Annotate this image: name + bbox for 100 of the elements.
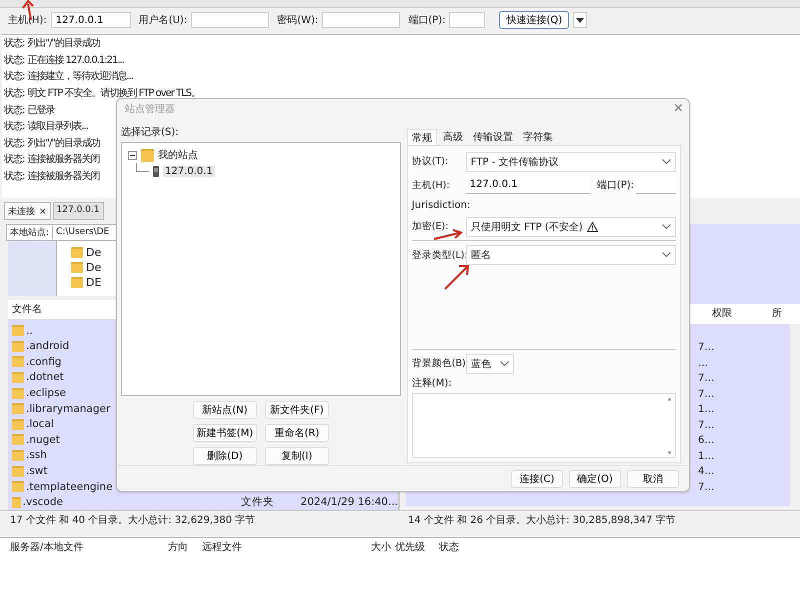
dialog-button[interactable]: 确定(O) [569,470,621,488]
table-cell-text: 4… [698,466,716,479]
settings-tab[interactable]: 常规 [406,129,437,145]
folder-icon [12,403,24,414]
folder-icon [12,481,24,492]
table-cell-text: … [698,358,709,370]
dialog-button[interactable]: 重命名(R) [264,424,329,442]
input-field[interactable] [191,12,270,28]
column-header[interactable]: 方向 [152,540,192,554]
arrow-drawing [433,229,463,241]
table-cell-text: 7… [698,373,716,386]
folder-icon [12,496,21,508]
port-field[interactable] [636,176,676,194]
table-cell-text: 7… [698,388,716,402]
input-field[interactable]: 127.0.0.1 [50,12,131,28]
log-label: 状态: [4,104,24,117]
dialog-button[interactable]: 删除(D) [192,447,257,465]
folder-icon [71,246,83,258]
host-field[interactable]: 127.0.0.1 [466,176,591,194]
status-text: 14 个文件 和 26 个目录。大小总计: 30,285,898,347 字节 [407,514,676,527]
tree-item[interactable]: De [86,260,102,274]
tree-item[interactable]: 127.0.0.1 [163,166,215,176]
scrollbar[interactable] [666,396,673,456]
file-date: 2024/1/29 16:40... [300,496,398,508]
log-message: 明文 FTP 不安全。请切换到 FTP over TLS。 [27,86,200,100]
file-type: 文件夹 [240,495,275,510]
section-label: Jurisdiction: [412,198,472,213]
comments-field[interactable] [412,393,676,458]
log-label: 状态: [4,136,24,150]
quick-connect-button[interactable]: 快速连接(Q) [499,11,570,29]
chevron-down-icon [662,224,671,229]
connection-tab[interactable]: 127.0.0.1 [52,202,104,220]
close-button[interactable]: × [674,100,683,118]
field-label: 选择记录(S): [121,126,180,139]
arrow-drawing [443,263,471,291]
column-header[interactable]: 远程文件 [192,540,336,554]
color-dropdown[interactable]: 蓝色 [466,354,514,374]
status-text: 17 个文件 和 40 个目录。大小总计: 32,629,380 字节 [9,514,256,527]
tree-item[interactable]: DE [86,276,102,289]
folder-icon [12,388,24,399]
tree-item[interactable]: 我的站点 [158,148,198,162]
protocol-dropdown[interactable]: FTP - 文件传输协议 [466,152,676,172]
folder-icon [12,356,24,368]
field-label: 主机(H): [8,14,47,27]
log-label: 状态: [4,70,24,84]
column-header[interactable]: 大小 [336,540,395,554]
encryption-dropdown[interactable]: 只使用明文 FTP (不安全) [466,216,676,237]
chevron-down-icon [662,252,671,258]
column-header[interactable]: 服务器/本地文件 [10,540,152,554]
folder-icon [12,340,24,352]
dialog-button[interactable]: 复制(I) [264,447,329,465]
folder-icon [12,418,24,430]
log-message: 连接被服务器关闭 [27,170,100,184]
field-label: 端口(P): [596,178,634,192]
dialog-button[interactable]: 连接(C) [511,470,563,488]
settings-tab[interactable]: 字符集 [518,129,557,145]
field-label: 登录类型(L): [412,250,468,261]
log-message: 已登录 [27,104,54,117]
dropdown-button[interactable] [573,12,588,28]
settings-tab[interactable]: 传输设置 [468,129,517,145]
dialog-button[interactable]: 新站点(N) [192,401,257,419]
log-label: 状态: [4,170,24,184]
server-icon [153,166,159,176]
folder-icon [12,434,24,446]
folder-icon [71,262,83,273]
file-name[interactable]: .vscode [22,496,109,508]
log-label: 状态: [4,120,24,134]
field-label: 用户名(U): [138,14,188,27]
column-header[interactable]: 状态 [439,540,503,554]
path-field[interactable]: C:\Users\DE [53,227,110,238]
folder-icon [71,276,83,288]
connection-tab[interactable]: 未连接 × [4,202,51,220]
folder-icon [12,466,24,477]
dialog-button[interactable]: 新建书签(M) [192,424,257,442]
column-header[interactable]: 权限 [712,306,732,322]
column-header[interactable]: 所 [772,306,782,322]
dialog-button[interactable]: 取消 [627,470,679,488]
settings-tab[interactable]: 高级 [438,129,467,145]
tree-item[interactable]: De [86,246,102,259]
chevron-down-icon [662,158,671,164]
column-header[interactable]: 优先级 [395,540,439,554]
field-label: 密码(W): [277,14,318,27]
input-field[interactable] [449,12,486,28]
dialog-title: 站点管理器 [125,102,175,116]
field-label: 协议(T): [412,156,448,168]
table-cell-text: 7… [698,342,716,355]
collapse-icon[interactable] [128,150,137,160]
dialog-button[interactable]: 新文件夹(F) [264,401,329,419]
chevron-down-icon [500,360,509,366]
table-cell-text: 6… [698,435,716,448]
path-label: 本地站点: [7,226,54,239]
table-cell-text: 1… [698,404,716,417]
log-label: 状态: [4,54,24,67]
column-header[interactable]: 文件名 [12,304,42,316]
logon-type-dropdown[interactable]: 匿名 [466,245,676,266]
folder-icon [12,450,24,461]
input-field[interactable] [322,12,400,28]
field-label: 端口(P): [408,14,446,27]
folder-icon [12,325,24,336]
log-label: 状态: [4,86,24,100]
